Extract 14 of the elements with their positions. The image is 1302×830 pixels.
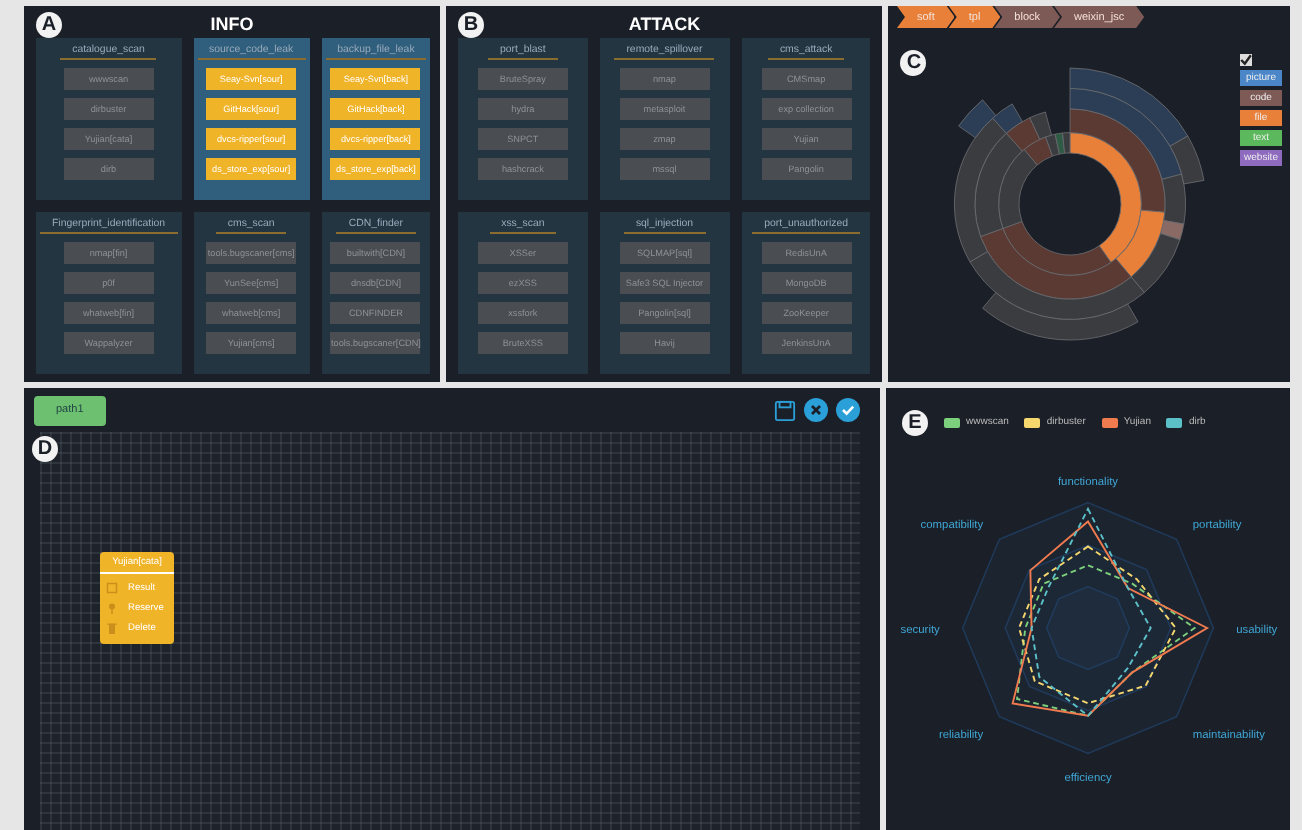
close-icon[interactable] — [804, 398, 828, 422]
panel-badge: D — [32, 436, 58, 462]
panel-badge: B — [458, 12, 484, 38]
legend-checkbox[interactable] — [1240, 54, 1252, 66]
pin-icon — [106, 602, 118, 614]
panel-title: ATTACK — [628, 12, 701, 38]
check-icon[interactable] — [836, 398, 860, 422]
panel-badge: C — [900, 50, 927, 76]
save-icon[interactable] — [774, 399, 796, 421]
panel-badge: A — [36, 12, 62, 38]
document-icon — [106, 582, 118, 594]
panel-badge: E — [902, 409, 928, 435]
panel-title: INFO — [210, 12, 254, 38]
trash-icon — [106, 622, 118, 634]
